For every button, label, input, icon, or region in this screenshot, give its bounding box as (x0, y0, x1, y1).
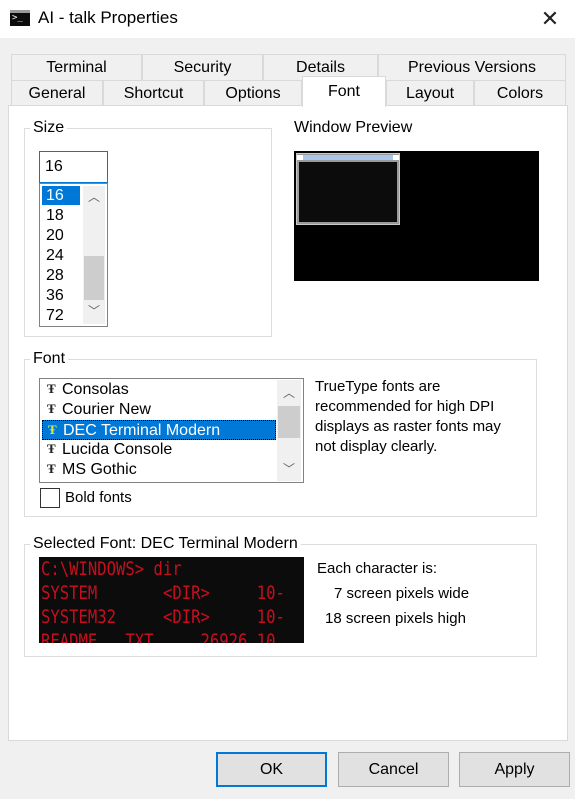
font-group-label: Font (30, 350, 69, 368)
truetype-icon: Ŧ (47, 401, 56, 416)
tab-security[interactable]: Security (142, 54, 263, 80)
font-listbox[interactable]: Ŧ Consolas Ŧ Courier New Ŧ DEC Terminal … (39, 378, 304, 483)
font-option-label: Consolas (62, 381, 129, 398)
tab-font[interactable]: Font (302, 76, 386, 107)
console-icon: >_ (10, 10, 30, 26)
tab-general[interactable]: General (11, 80, 103, 106)
tab-colors[interactable]: Colors (474, 80, 566, 106)
tab-previous-versions[interactable]: Previous Versions (378, 54, 566, 80)
font-option-label: MS Gothic (62, 461, 137, 478)
truetype-icon: Ŧ (47, 441, 56, 456)
preview-console-window (296, 153, 400, 225)
console-icon-glyph: >_ (12, 13, 23, 23)
window-title: AI - talk Properties (38, 8, 178, 27)
size-option-28[interactable]: 28 (42, 266, 80, 285)
truetype-icon: Ŧ (48, 422, 57, 437)
char-size-heading: Each character is: (317, 560, 438, 577)
truetype-icon: Ŧ (47, 461, 56, 476)
size-option-16[interactable]: 16 (42, 186, 80, 205)
size-input[interactable] (39, 151, 108, 183)
font-option-courier-new[interactable]: Ŧ Courier New (42, 400, 276, 420)
chevron-up-icon[interactable]: ︿ (83, 188, 105, 206)
cancel-button[interactable]: Cancel (338, 752, 449, 787)
size-scrollbar-thumb[interactable] (84, 256, 104, 300)
font-option-dec-terminal-modern[interactable]: Ŧ DEC Terminal Modern (42, 420, 276, 440)
sample-line: SYSTEM32 <DIR> 10- (41, 606, 285, 628)
preview-system-icon (297, 155, 303, 160)
sample-line: README TXT 26926 10 (41, 630, 276, 643)
size-option-18[interactable]: 18 (42, 206, 80, 225)
font-scrollbar[interactable]: ︿ ﹀ (277, 380, 301, 481)
size-listbox[interactable]: 16 18 20 24 28 36 72 ︿ ﹀ (39, 183, 108, 327)
window-preview-label: Window Preview (291, 119, 416, 137)
size-option-24[interactable]: 24 (42, 246, 80, 265)
tab-layout[interactable]: Layout (386, 80, 474, 106)
ok-button[interactable]: OK (216, 752, 327, 787)
sample-line: SYSTEM <DIR> 10- (41, 582, 285, 604)
char-height-text: 18 screen pixels high (325, 610, 466, 627)
window-preview (294, 151, 539, 281)
truetype-icon: Ŧ (47, 381, 56, 396)
bold-fonts-checkbox[interactable] (40, 488, 60, 508)
bold-fonts-label[interactable]: Bold fonts (65, 489, 132, 506)
font-option-label: Lucida Console (62, 441, 173, 458)
font-scrollbar-thumb[interactable] (278, 406, 300, 438)
preview-close-icon (393, 155, 399, 160)
close-icon[interactable]: ✕ (535, 4, 565, 34)
size-group-label: Size (30, 119, 68, 137)
truetype-info-line: recommended for high DPI (315, 398, 495, 415)
truetype-info-line: TrueType fonts are (315, 378, 441, 395)
tab-shortcut[interactable]: Shortcut (103, 80, 204, 106)
font-option-label: Courier New (62, 401, 151, 418)
chevron-down-icon[interactable]: ﹀ (277, 460, 301, 478)
size-scrollbar[interactable]: ︿ ﹀ (83, 186, 105, 324)
sample-line: C:\WINDOWS> dir (41, 558, 182, 580)
apply-button[interactable]: Apply (459, 752, 570, 787)
font-option-lucida-console[interactable]: Ŧ Lucida Console (42, 440, 276, 460)
truetype-info-line: displays as raster fonts may (315, 418, 501, 435)
font-option-label: DEC Terminal Modern (63, 422, 221, 439)
font-option-ms-gothic[interactable]: Ŧ MS Gothic (42, 460, 276, 480)
font-option-consolas[interactable]: Ŧ Consolas (42, 380, 276, 400)
preview-console-body (299, 162, 397, 222)
chevron-down-icon[interactable]: ﹀ (83, 302, 105, 320)
preview-title-bar (303, 155, 393, 160)
chevron-up-icon[interactable]: ︿ (277, 384, 301, 402)
truetype-info: TrueType fonts are recommended for high … (315, 377, 501, 457)
char-width-text: 7 screen pixels wide (334, 585, 470, 602)
size-option-72[interactable]: 72 (42, 306, 80, 325)
size-option-36[interactable]: 36 (42, 286, 80, 305)
truetype-info-line: not display clearly. (315, 438, 438, 455)
size-option-20[interactable]: 20 (42, 226, 80, 245)
title-bar: >_ AI - talk Properties ✕ (0, 0, 575, 38)
tab-terminal[interactable]: Terminal (11, 54, 142, 80)
tab-options[interactable]: Options (204, 80, 302, 106)
selected-font-label: Selected Font: DEC Terminal Modern (30, 535, 301, 553)
font-sample-preview: C:\WINDOWS> dir SYSTEM <DIR> 10- SYSTEM3… (39, 557, 304, 643)
